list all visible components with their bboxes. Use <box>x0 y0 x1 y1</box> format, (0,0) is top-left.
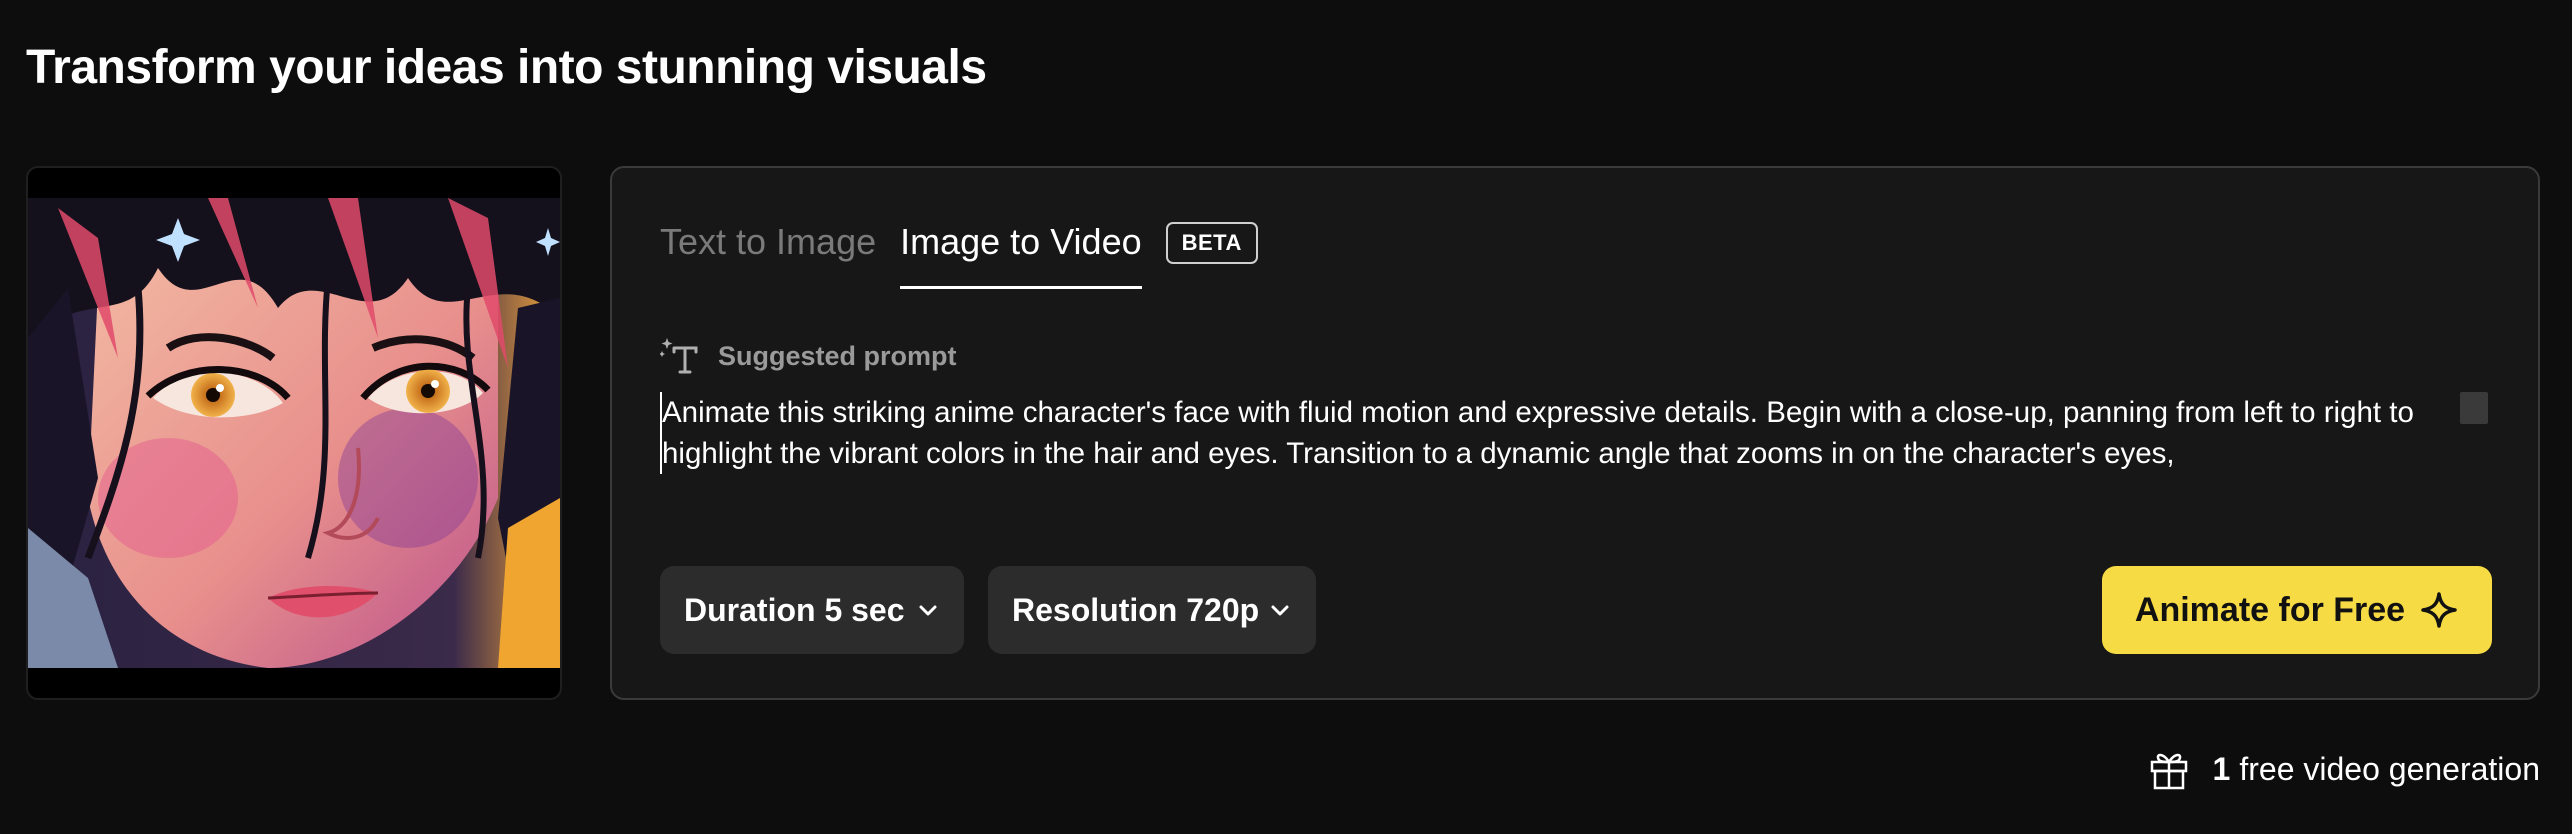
generator-panel: Text to Image Image to Video BETA Sugges… <box>610 166 2540 700</box>
resolution-label: Resolution 720p <box>1012 591 1260 628</box>
free-generation-note: 1 free video generation <box>2149 748 2540 790</box>
animate-button[interactable]: Animate for Free <box>2102 566 2492 654</box>
tab-image-to-video[interactable]: Image to Video <box>900 220 1142 289</box>
image-preview[interactable] <box>26 166 562 700</box>
anime-portrait-image <box>28 198 560 668</box>
animate-button-label: Animate for Free <box>2134 590 2406 629</box>
sparkle-icon <box>2421 592 2457 628</box>
prompt-text[interactable]: Animate this striking anime character's … <box>660 392 2430 474</box>
chevron-down-icon <box>919 605 937 616</box>
duration-label: Duration 5 sec <box>684 591 905 628</box>
beta-badge: BETA <box>1165 222 1258 264</box>
sparkle-text-icon <box>660 338 698 374</box>
gift-icon <box>2150 753 2187 790</box>
suggested-prompt-label: Suggested prompt <box>718 340 957 371</box>
suggested-prompt-header: Suggested prompt <box>660 336 957 376</box>
tab-text-to-image[interactable]: Text to Image <box>660 220 876 286</box>
duration-select[interactable]: Duration 5 sec <box>660 566 964 654</box>
mode-tabs: Text to Image Image to Video BETA <box>660 220 1258 300</box>
page-title: Transform your ideas into stunning visua… <box>26 41 987 94</box>
resolution-select[interactable]: Resolution 720p <box>988 566 1316 654</box>
chevron-down-icon <box>1271 605 1289 616</box>
prompt-textarea[interactable]: Animate this striking anime character's … <box>660 392 2430 488</box>
prompt-scrollbar[interactable] <box>2460 392 2488 424</box>
page: Transform your ideas into stunning visua… <box>0 0 2572 834</box>
free-text: free video generation <box>2239 750 2540 787</box>
free-count: 1 <box>2212 750 2231 787</box>
